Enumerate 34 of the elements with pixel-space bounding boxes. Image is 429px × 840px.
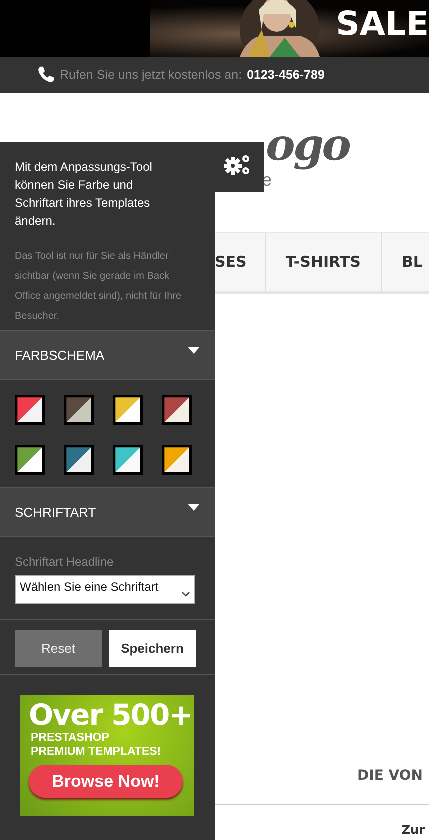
color-swatch[interactable] (15, 445, 45, 475)
color-swatch[interactable] (162, 445, 192, 475)
customizer-toggle[interactable] (214, 142, 264, 192)
color-swatch[interactable] (162, 395, 192, 425)
nav-item[interactable]: T-SHIRTS (266, 233, 382, 291)
nav-item[interactable]: BL (382, 233, 429, 291)
color-swatch[interactable] (64, 445, 94, 475)
promo-text: PRESTASHOP (30, 731, 110, 745)
phone-icon (37, 66, 55, 84)
section-header[interactable]: FARBSCHEMA (0, 330, 215, 380)
chevron-icon (182, 592, 190, 597)
font-select[interactable]: Wählen Sie eine Schriftart (15, 575, 195, 604)
intro-text: Mit dem Anpassungs-Tool können Sie Farbe und Schriftart ihres Templates ändern. (15, 159, 154, 230)
logo-text[interactable]: ogo (266, 121, 350, 171)
promo-banner[interactable]: Over 500+ PRESTASHOP PREMIUM TEMPLATES! Browse Now! (20, 695, 194, 816)
phone-number: 0123-456-789 (247, 68, 325, 82)
action-button[interactable]: Speichern (109, 630, 196, 667)
color-swatch[interactable] (113, 395, 143, 425)
color-swatch[interactable] (64, 395, 94, 425)
banner-title: SALE (336, 4, 429, 44)
caret-icon (188, 346, 200, 354)
action-button[interactable]: Reset (15, 630, 102, 667)
promo-text: PREMIUM TEMPLATES! (30, 745, 162, 759)
caret-icon (188, 504, 200, 510)
contact-label: Rufen Sie uns jetzt kostenlos an: (60, 68, 242, 82)
browse-button[interactable]: Browse Now! (29, 765, 183, 798)
note-text: Das Tool ist nur für Sie als Händler sichtbar (wenn Sie gerade im Back Office angemeldet sind), nicht für Ihre Besucher. (15, 250, 183, 324)
color-swatch[interactable] (15, 395, 45, 425)
section-heading: DIE VON (358, 768, 424, 784)
field-label: Schriftart Headline (15, 555, 115, 569)
content-link[interactable]: Zur (402, 823, 429, 837)
color-swatch[interactable] (113, 445, 143, 475)
promo-headline: Over 500+ (29, 699, 192, 731)
section-header[interactable]: SCHRIFTART (0, 487, 215, 537)
